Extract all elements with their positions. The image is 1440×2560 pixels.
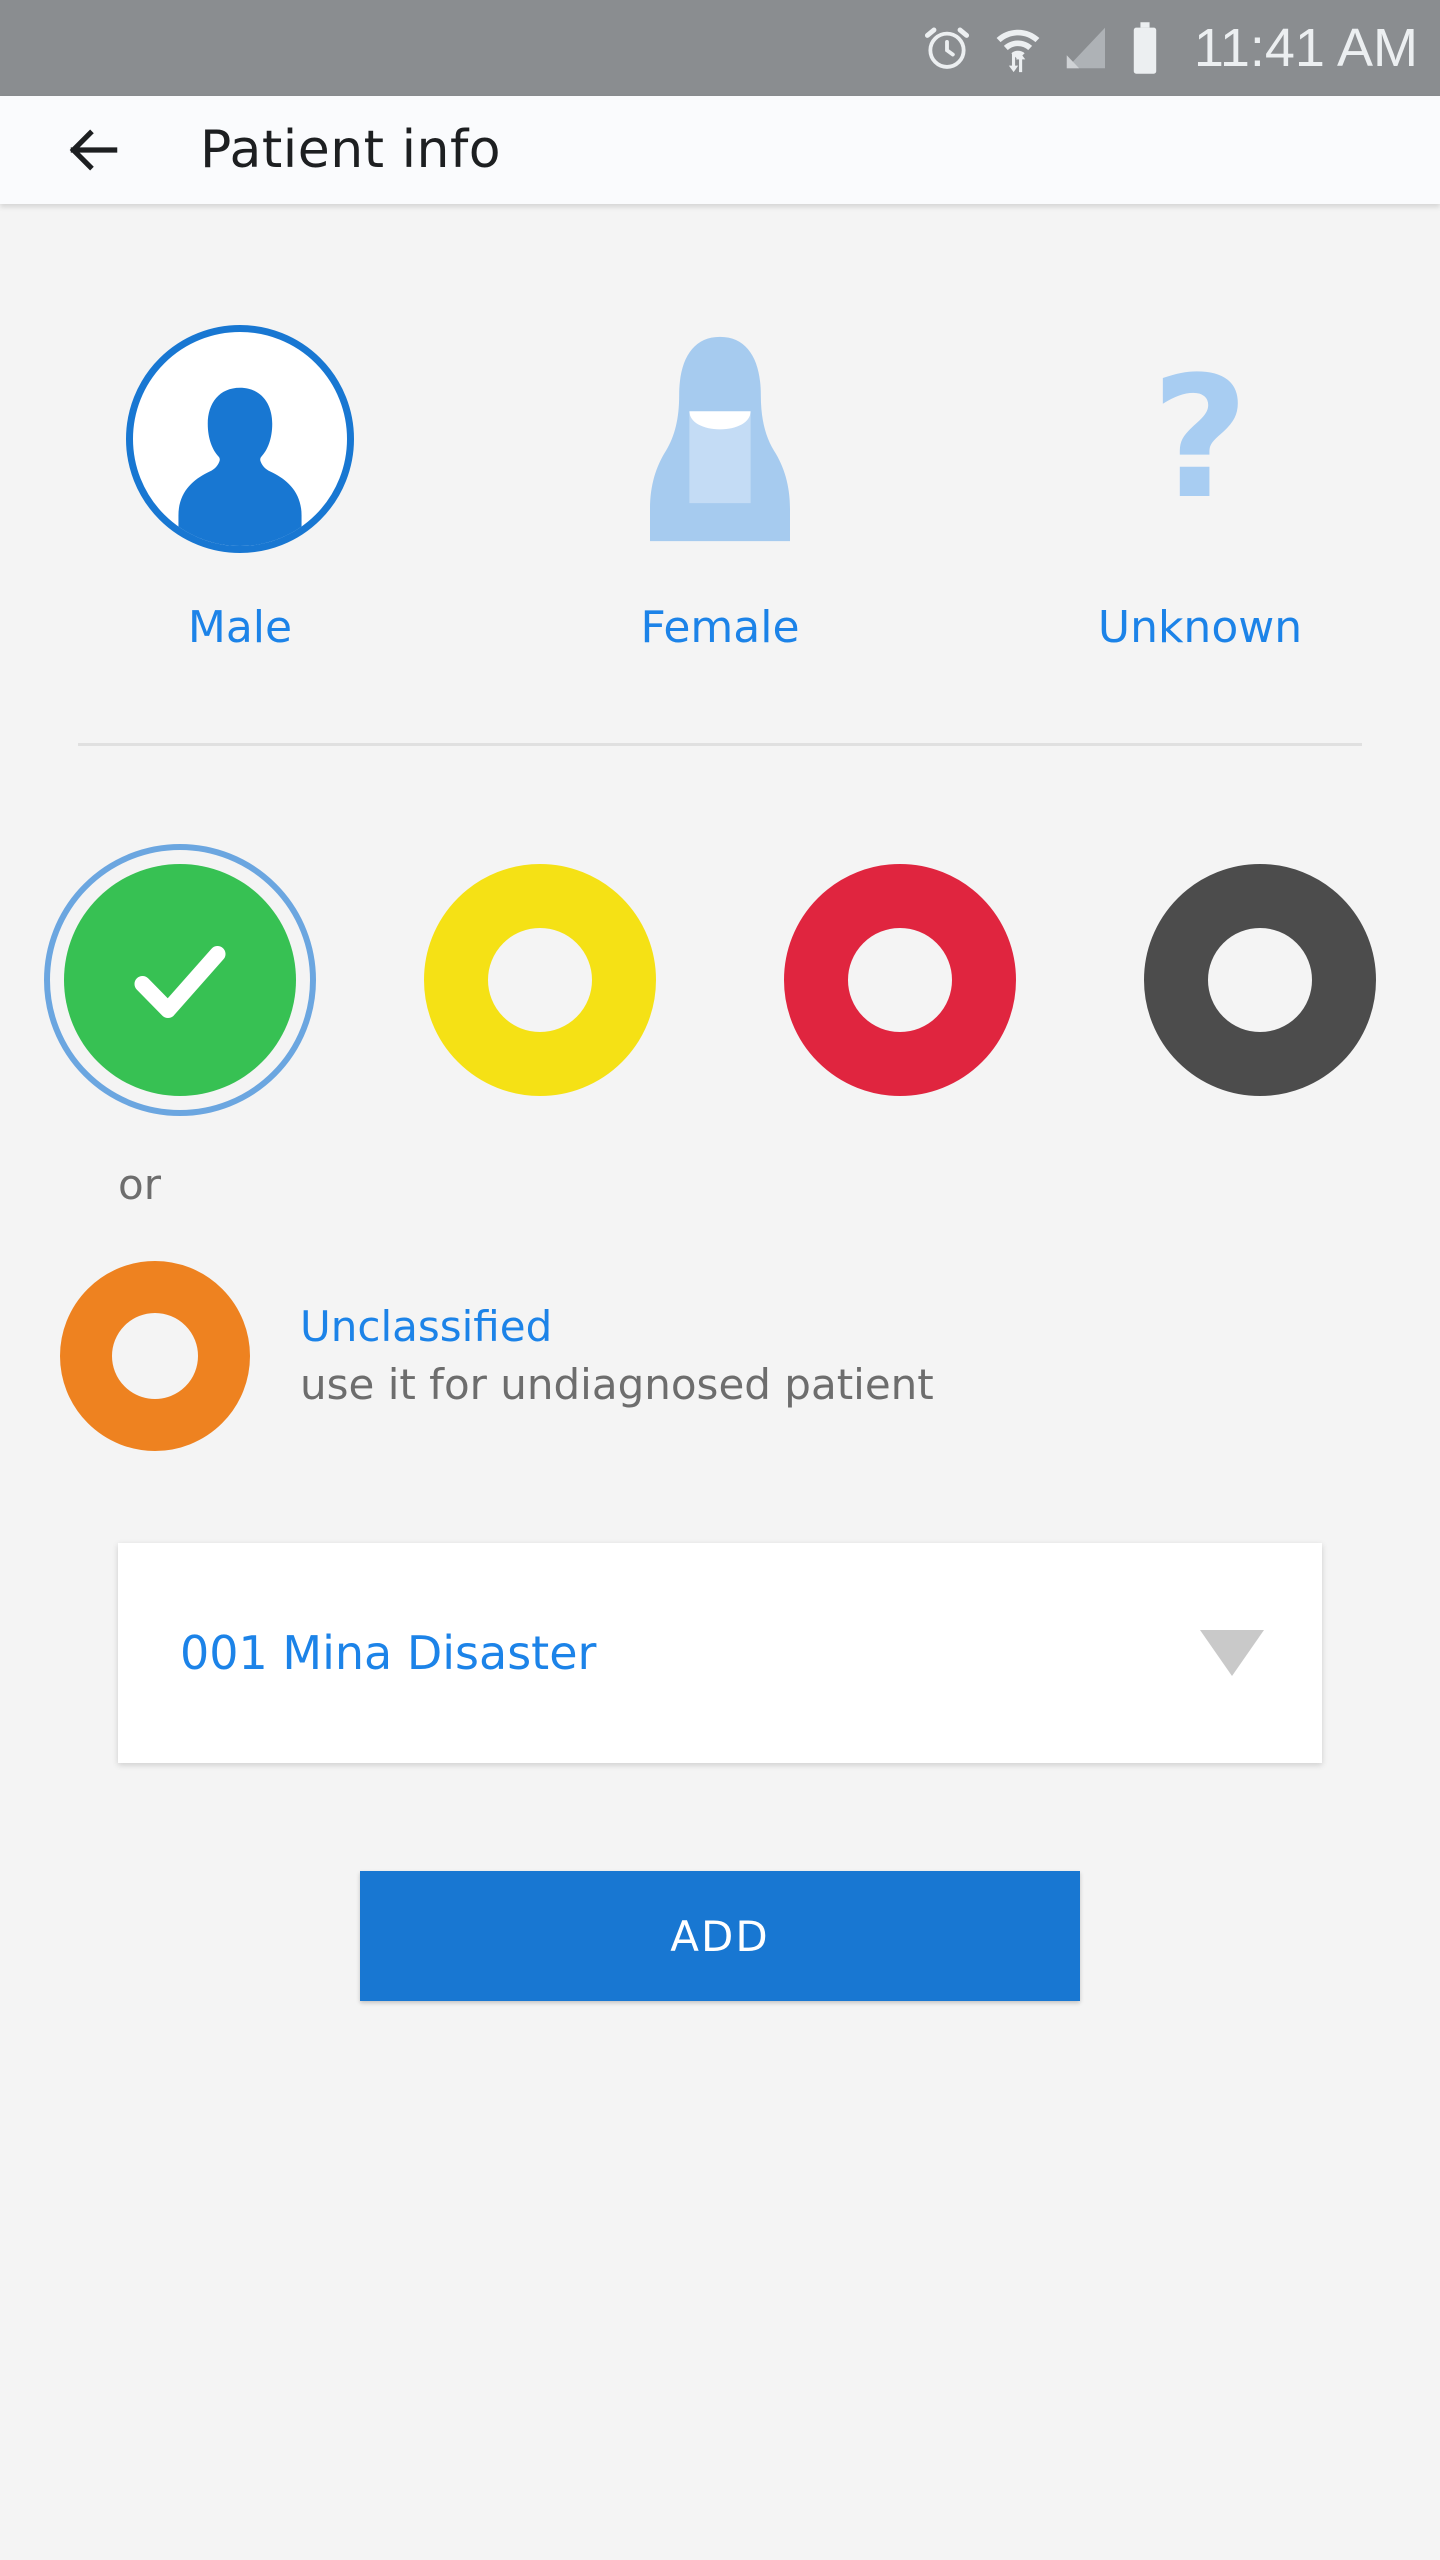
wifi-icon — [996, 29, 1040, 73]
triage-option-green[interactable] — [0, 844, 360, 1116]
gender-option-female[interactable]: Female — [480, 324, 960, 653]
triage-option-red[interactable] — [720, 844, 1080, 1116]
event-dropdown-value: 001 Mina Disaster — [180, 1626, 597, 1680]
event-dropdown[interactable]: 001 Mina Disaster — [118, 1543, 1322, 1763]
triage-option-unclassified[interactable]: Unclassified use it for undiagnosed pati… — [0, 1261, 1440, 1451]
back-button[interactable] — [62, 118, 126, 182]
gender-label-male: Male — [187, 602, 293, 653]
add-button-container: ADD — [0, 1871, 1440, 2001]
triage-ring-black — [1144, 864, 1376, 1096]
gender-art-unknown: ? — [1151, 324, 1248, 554]
triage-selector — [0, 844, 1440, 1116]
battery-icon — [1133, 22, 1157, 74]
signal-icon — [1066, 27, 1105, 69]
app-bar: Patient info — [0, 96, 1440, 204]
unclassified-subtitle: use it for undiagnosed patient — [300, 1360, 934, 1409]
female-veil-icon — [650, 336, 790, 542]
add-button[interactable]: ADD — [360, 1871, 1080, 2001]
chevron-down-icon — [1200, 1630, 1264, 1676]
triage-ring-orange — [60, 1261, 250, 1451]
or-label: or — [118, 1160, 161, 1209]
section-divider — [78, 743, 1362, 746]
alarm-clock-icon — [924, 27, 969, 69]
triage-disc-green — [64, 864, 296, 1096]
gender-option-unknown[interactable]: ? Unknown — [960, 324, 1440, 653]
check-icon — [134, 946, 226, 1018]
page-title: Patient info — [200, 120, 502, 180]
gender-label-female: Female — [640, 602, 800, 653]
gender-art-female — [644, 324, 796, 554]
unclassified-title: Unclassified — [300, 1301, 553, 1351]
back-arrow-icon — [69, 129, 118, 171]
status-bar-icons: 11:41 AM — [920, 21, 1418, 75]
triage-selection-ring — [44, 844, 316, 1116]
status-bar-clock: 11:41 AM — [1193, 18, 1418, 78]
triage-ring-red — [784, 864, 1016, 1096]
gender-selector: Male Female ? Unknown — [0, 204, 1440, 653]
gender-art-male — [126, 324, 354, 554]
gender-option-male[interactable]: Male — [0, 324, 480, 653]
patient-info-form: Male Female ? Unknown or Unclassified us… — [0, 204, 1440, 2560]
gender-label-unknown: Unknown — [1097, 602, 1303, 653]
unclassified-text: Unclassified use it for undiagnosed pati… — [300, 1301, 934, 1412]
status-bar: 11:41 AM — [0, 0, 1440, 96]
triage-ring-yellow — [424, 864, 656, 1096]
question-mark-icon: ? — [1151, 340, 1249, 537]
male-avatar-icon — [178, 387, 302, 546]
triage-option-yellow[interactable] — [360, 844, 720, 1116]
triage-option-black[interactable] — [1080, 844, 1440, 1116]
male-selected-ring — [126, 325, 354, 553]
